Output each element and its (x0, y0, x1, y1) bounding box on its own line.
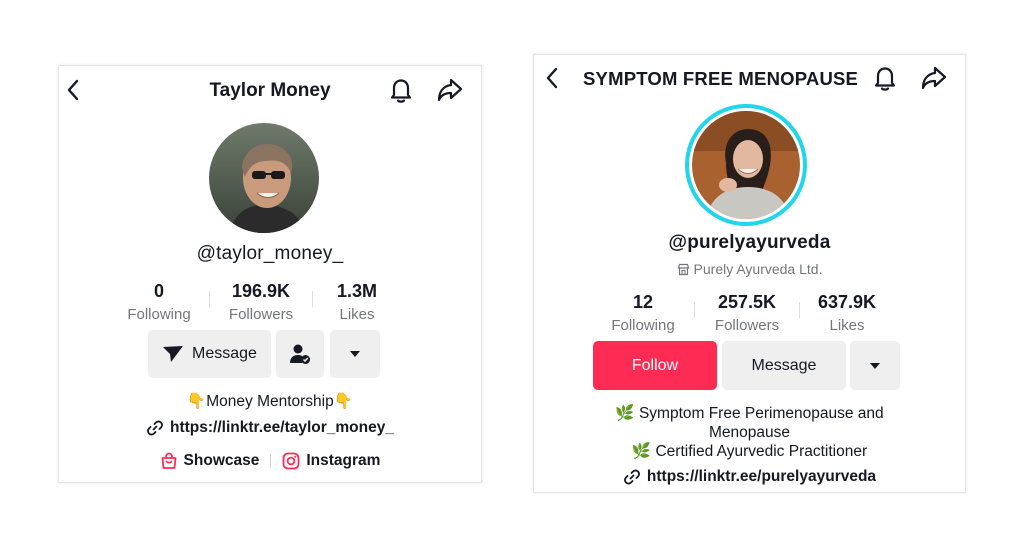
avatar[interactable] (209, 123, 319, 233)
likes-count: 1.3M (336, 281, 378, 301)
instagram-link[interactable]: Instagram (282, 452, 380, 470)
top-bar: SYMPTOM FREE MENOPAUSE (534, 55, 965, 105)
stat-followers[interactable]: 257.5K Followers (711, 292, 783, 334)
caret-down-icon (350, 351, 360, 357)
message-button[interactable]: Message (722, 341, 846, 390)
shopping-bag-icon (161, 452, 176, 469)
message-button-label: Message (751, 356, 817, 374)
more-options-button[interactable] (330, 330, 380, 378)
stat-following[interactable]: 12 Following (608, 292, 678, 334)
avatar-photo (692, 111, 800, 219)
profile-title: Taylor Money (209, 80, 331, 101)
bio-link[interactable]: https://linktr.ee/taylor_money_ (59, 419, 481, 437)
likes-label: Likes (339, 306, 375, 323)
stat-divider (209, 291, 210, 307)
bio-line: 🌿 Certified Ayurvedic Practitioner (631, 443, 868, 460)
send-icon (163, 346, 184, 362)
point-down-emoji-right: 👇 (333, 393, 354, 410)
username: @purelyayurveda (668, 232, 831, 253)
following-count: 12 (632, 292, 654, 312)
follow-button[interactable]: Follow (593, 341, 717, 390)
avatar-with-story-ring[interactable] (685, 104, 807, 226)
showcase-link[interactable]: Showcase (160, 452, 260, 470)
point-down-emoji-left: 👇 (186, 393, 207, 410)
bio-line: Menopause (708, 424, 790, 441)
followers-label: Followers (714, 317, 780, 334)
link-text: https://linktr.ee/purelyayurveda (646, 468, 877, 485)
stat-likes[interactable]: 1.3M Likes (329, 281, 385, 323)
link-icon (147, 420, 163, 436)
stat-followers[interactable]: 196.9K Followers (226, 281, 296, 323)
bell-icon[interactable] (387, 76, 415, 104)
store-icon (677, 263, 689, 275)
bio-text: Money Mentorship (206, 393, 334, 410)
message-button[interactable]: Message (148, 330, 271, 378)
profile-title: SYMPTOM FREE MENOPAUSE (583, 68, 859, 89)
business-name-row: Purely Ayurveda Ltd. (534, 261, 965, 277)
follow-button-label: Follow (631, 356, 679, 374)
bell-icon[interactable] (871, 64, 899, 92)
showcase-label: Showcase (183, 452, 260, 469)
caret-down-icon (870, 362, 880, 369)
message-button-label: Message (192, 345, 257, 362)
following-count: 0 (153, 281, 164, 301)
followers-count: 196.9K (231, 281, 291, 301)
bio: 🌿 Symptom Free Perimenopause and Menopau… (534, 404, 965, 461)
followers-label: Followers (228, 306, 294, 323)
top-bar: Taylor Money (59, 66, 481, 116)
avatar-photo (209, 123, 319, 233)
external-links-row: Showcase Instagram (59, 452, 481, 470)
share-arrow-icon[interactable] (435, 76, 465, 104)
share-arrow-icon[interactable] (919, 64, 949, 92)
stats-row: 12 Following 257.5K Followers 637.9K Lik… (608, 292, 878, 334)
link-icon (623, 469, 640, 485)
stat-likes[interactable]: 637.9K Likes (816, 292, 878, 334)
instagram-icon (282, 452, 300, 470)
username: @taylor_money_ (196, 243, 344, 264)
profile-card-taylor-money: Taylor Money @taylor_money_ 0 Following … (58, 65, 482, 483)
divider (270, 454, 272, 468)
stat-divider (799, 302, 800, 318)
link-text: https://linktr.ee/taylor_money_ (170, 419, 394, 436)
stat-divider (694, 302, 695, 318)
followers-count: 257.5K (717, 292, 777, 312)
business-name: Purely Ayurveda Ltd. (693, 261, 823, 277)
bio-line: 🌿 Symptom Free Perimenopause and (615, 405, 884, 422)
stat-divider (312, 291, 313, 307)
likes-label: Likes (829, 317, 865, 334)
user-check-icon (290, 344, 310, 364)
add-friend-button[interactable] (276, 330, 324, 378)
following-label: Following (127, 306, 191, 323)
instagram-label: Instagram (306, 452, 381, 469)
stats-row: 0 Following 196.9K Followers 1.3M Likes (125, 281, 385, 323)
likes-count: 637.9K (817, 292, 877, 312)
following-label: Following (611, 317, 675, 334)
back-arrow-icon[interactable] (540, 66, 564, 90)
stat-following[interactable]: 0 Following (125, 281, 193, 323)
profile-card-purely-ayurveda: SYMPTOM FREE MENOPAUSE @purelyayurveda P… (533, 54, 966, 493)
bio: 👇Money Mentorship👇 (59, 392, 481, 411)
more-options-button[interactable] (850, 341, 900, 390)
bio-link[interactable]: https://linktr.ee/purelyayurveda (534, 468, 965, 486)
